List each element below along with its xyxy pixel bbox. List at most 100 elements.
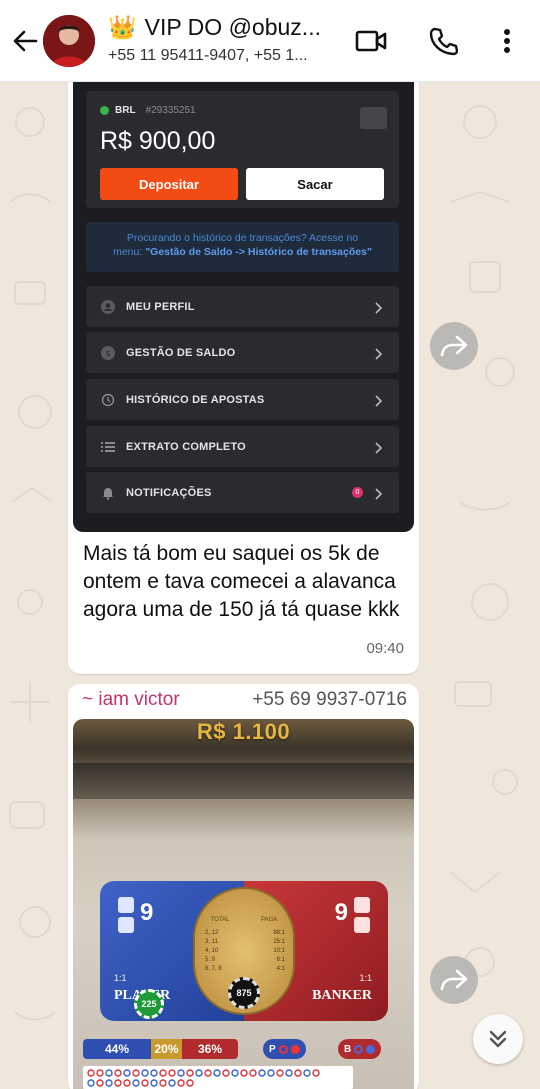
transaction-history-note: Procurando o histórico de transações? Ac… (86, 222, 399, 272)
deposit-button: Depositar (100, 168, 238, 200)
notification-badge: 0 (352, 487, 363, 498)
payout-row: 2, 12 88:1 (205, 929, 285, 938)
withdraw-button: Sacar (246, 168, 384, 200)
banker-label: BANKER (312, 988, 372, 1003)
history-note-path: "Gestão de Saldo -> Histórico de transaç… (145, 246, 372, 258)
table-backdrop (73, 763, 414, 799)
player-odds: 1:1 (114, 973, 127, 983)
payout-total: 4, 10 (205, 948, 219, 954)
payout-total: 3, 11 (205, 939, 218, 945)
menu-item-notifications: NOTIFICAÇÕES 0 (86, 472, 399, 513)
banker-percent: 36% (182, 1039, 238, 1059)
forward-button-1[interactable] (430, 322, 478, 370)
payout-value: 88:1 (273, 930, 285, 936)
die-icon (118, 917, 134, 933)
payout-total: 2, 12 (205, 930, 219, 936)
banker-pill-label: B (344, 1043, 352, 1055)
bell-icon (101, 486, 115, 500)
chevron-right-icon (373, 394, 383, 407)
history-icon (101, 393, 115, 407)
history-note-line1: Procurando o histórico de transações? Ac… (126, 232, 359, 244)
bead-roadmap (83, 1066, 353, 1089)
payout-row: 6, 7, 8 4:1 (205, 965, 285, 974)
payout-row: 5, 9 6:1 (205, 956, 285, 965)
chevron-right-icon (373, 441, 383, 454)
wallet-balance: R$ 900,00 (100, 127, 216, 155)
group-avatar[interactable] (43, 15, 95, 67)
roadmap-grid (87, 1069, 320, 1087)
forward-icon (440, 335, 468, 357)
brl-flag-icon (100, 106, 109, 115)
shared-screenshot-wallet[interactable]: BRL #29335251 R$ 900,00 Depositar Sacar … (73, 82, 414, 532)
wallet-icon (360, 107, 387, 129)
account-id: #29335251 (145, 105, 196, 116)
menu-item-label: EXTRATO COMPLETO (126, 440, 246, 453)
scroll-to-bottom-button[interactable] (473, 1014, 523, 1064)
bet-amount: R$ 1.100 (196, 719, 291, 744)
chat-participants: +55 11 95411-9407, +55 1... (108, 47, 308, 64)
payout-total: 6, 7, 8 (205, 966, 222, 972)
payout-value: 4:1 (276, 966, 285, 972)
svg-text:$: $ (105, 349, 110, 358)
die-icon (118, 897, 134, 913)
message-bubble-2[interactable]: ~ iam victor +55 69 9937-0716 R$ 1.100 9… (68, 684, 419, 1089)
more-vert-icon[interactable] (490, 24, 524, 58)
sender-name[interactable]: ~ iam victor (82, 689, 180, 711)
payout-header-total: TOTAL (210, 917, 230, 923)
dot-icon (290, 1044, 300, 1054)
chip-center: 875 (228, 977, 260, 1009)
player-percent: 44% (83, 1039, 151, 1059)
voice-call-icon[interactable] (426, 24, 460, 58)
list-icon (101, 440, 115, 454)
menu-item-profile: MEU PERFIL (86, 286, 399, 327)
sender-phone: +55 69 9937-0716 (252, 689, 407, 710)
player-pill-label: P (269, 1043, 276, 1055)
banker-odds: 1:1 (359, 973, 372, 983)
menu-item-bet-history: HISTÓRICO DE APOSTAS (86, 379, 399, 420)
message-time: 09:40 (366, 640, 404, 657)
forward-button-2[interactable] (430, 956, 478, 1004)
chevron-right-icon (373, 487, 383, 500)
menu-item-full-statement: EXTRATO COMPLETO (86, 426, 399, 467)
payout-header-pays: PAGA (261, 917, 278, 923)
message-bubble-1[interactable]: BRL #29335251 R$ 900,00 Depositar Sacar … (68, 82, 419, 674)
die-icon (354, 897, 370, 913)
payout-table: 2, 12 88:1 3, 11 25:1 4, 10 10:1 5, 9 6:1 6,… (205, 929, 285, 974)
chip-player: 225 (134, 989, 164, 1019)
payout-value: 25:1 (273, 939, 285, 945)
chat-title: VIP DO @obuz... (144, 14, 321, 40)
ring-icon (354, 1044, 364, 1054)
menu-item-label: MEU PERFIL (126, 300, 195, 313)
tie-percent: 20% (151, 1039, 182, 1059)
wallet-card: BRL #29335251 R$ 900,00 Depositar Sacar (86, 91, 399, 208)
back-arrow-icon[interactable] (10, 26, 40, 56)
payout-value: 6:1 (276, 957, 285, 963)
menu-item-balance-management: $ GESTÃO DE SALDO (86, 332, 399, 373)
chat-area[interactable]: BRL #29335251 R$ 900,00 Depositar Sacar … (0, 82, 540, 1089)
banker-predict-pill: B (338, 1039, 382, 1059)
banker-score: 9 (334, 899, 348, 926)
chevron-right-icon (373, 347, 383, 360)
chat-header: 👑 VIP DO @obuz... +55 11 95411-9407, +55… (0, 0, 540, 82)
user-icon (101, 299, 115, 314)
ring-icon (278, 1044, 288, 1054)
payout-value: 10:1 (273, 948, 285, 954)
forward-icon (440, 969, 468, 991)
message-text: Mais tá bom eu saquei os 5k de ontem e t… (83, 542, 400, 621)
video-call-icon[interactable] (354, 24, 388, 58)
player-score: 9 (140, 899, 154, 926)
chat-title-area[interactable]: 👑 VIP DO @obuz... +55 11 95411-9407, +55… (108, 14, 338, 65)
payout-row: 4, 10 10:1 (205, 947, 285, 956)
die-icon (354, 917, 370, 933)
dot-icon (366, 1044, 376, 1054)
chevron-right-icon (373, 301, 383, 314)
currency-code: BRL (115, 105, 136, 116)
shared-screenshot-baccarat[interactable]: R$ 1.100 9 1:1 PLAYER 9 1:1 BANKER (73, 719, 414, 1089)
payout-row: 3, 11 25:1 (205, 938, 285, 947)
player-predict-pill: P (263, 1039, 306, 1059)
history-note-prefix: menu: (113, 246, 146, 258)
result-stats-bar: 44% 20% 36% (83, 1039, 238, 1059)
menu-item-label: HISTÓRICO DE APOSTAS (126, 393, 265, 406)
double-chevron-down-icon (489, 1030, 507, 1048)
menu-item-label: NOTIFICAÇÕES (126, 486, 212, 499)
